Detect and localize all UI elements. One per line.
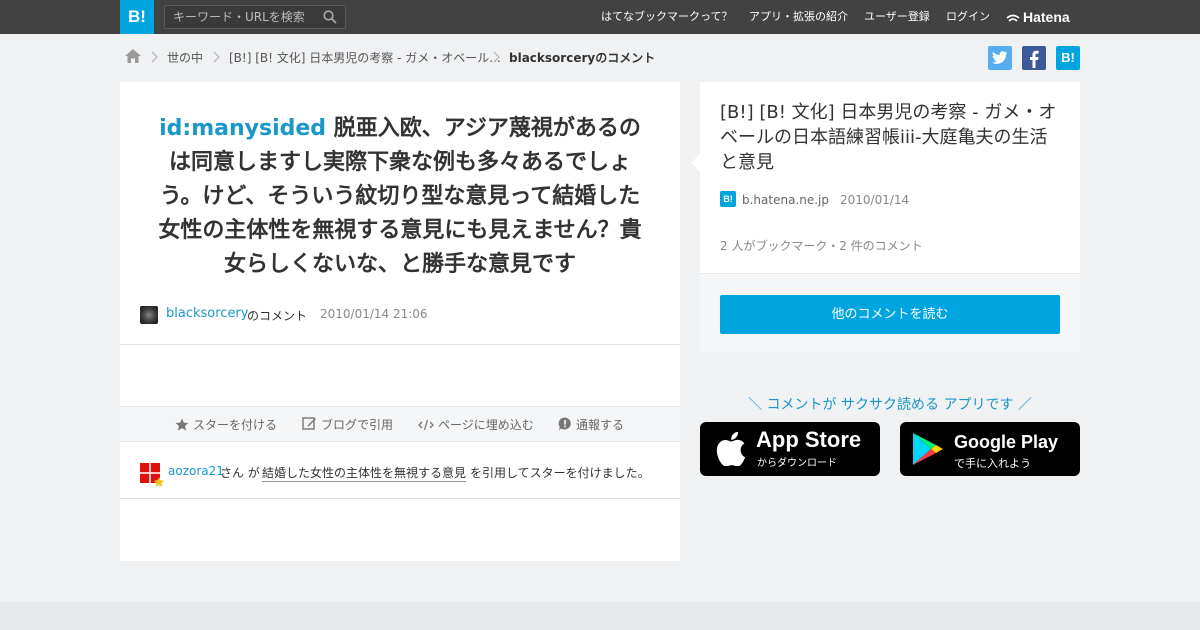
twitter-icon: [992, 51, 1008, 64]
edit-icon: [302, 417, 316, 430]
twitter-share-button[interactable]: [988, 46, 1012, 70]
star-text: さん が: [220, 466, 260, 480]
entry-card: [B!] [B! 文化] 日本男児の考察 - ガメ・オベールの日本語練習帳iii…: [691, 82, 1080, 352]
entry-date: 2010/01/14: [840, 193, 910, 207]
hatena-brand[interactable]: Hatena: [1006, 0, 1070, 34]
blog-quote-label: ブログで引用: [321, 418, 394, 432]
search-input[interactable]: [165, 6, 315, 28]
google-play-title: Google Play: [954, 432, 1059, 452]
chevron-right-icon: [493, 51, 500, 63]
star-user[interactable]: aozora21: [168, 464, 224, 478]
site-favicon: B!: [720, 191, 736, 207]
embed-label: ページに埋め込む: [438, 418, 534, 432]
code-icon: [418, 419, 434, 431]
facebook-icon: [1030, 50, 1039, 68]
facebook-share-button[interactable]: [1022, 46, 1046, 70]
app-store-title: App Store: [756, 427, 862, 452]
google-play-icon: [913, 433, 943, 465]
comment-body: id:manysided 脱亜入欧、アジア蔑視があるのは同意しますし実際下衆な例…: [150, 112, 650, 282]
apple-icon: [716, 432, 746, 466]
card-pointer: [691, 154, 700, 172]
nav-login[interactable]: ログイン: [946, 0, 990, 34]
google-play-subtitle: で手に入れよう: [954, 457, 1031, 470]
entry-host[interactable]: b.hatena.ne.jp: [742, 193, 829, 207]
breadcrumb-item[interactable]: 世の中: [167, 49, 203, 66]
nav-apps[interactable]: アプリ・拡張の紹介: [749, 0, 848, 34]
app-promo-text: ＼ コメントが サクサク読める アプリです ／: [748, 397, 1032, 413]
embed-button[interactable]: ページに埋め込む: [418, 416, 534, 433]
chevron-right-icon: [151, 51, 158, 63]
report-label: 通報する: [576, 418, 625, 432]
mention-link[interactable]: id:manysided: [159, 116, 326, 141]
report-button[interactable]: 通報する: [558, 416, 624, 433]
star-quote[interactable]: 結婚した女性の主体性を無視する意見: [262, 464, 467, 482]
add-star-label: スターを付ける: [193, 418, 278, 432]
entry-title[interactable]: [B!] [B! 文化] 日本男児の考察 - ガメ・オベールの日本語練習帳iii…: [720, 100, 1065, 175]
home-icon[interactable]: [124, 48, 142, 64]
hatena-brand-text: Hatena: [1023, 9, 1070, 25]
blog-quote-button[interactable]: ブログで引用: [302, 416, 393, 433]
hatena-mark-icon: [1006, 14, 1020, 22]
add-star-button[interactable]: スターを付ける: [175, 416, 277, 433]
nav-register[interactable]: ユーザー登録: [864, 0, 930, 34]
search-box[interactable]: [164, 5, 346, 29]
avatar[interactable]: [140, 306, 158, 324]
comment-card: id:manysided 脱亜入欧、アジア蔑視があるのは同意しますし実際下衆な例…: [120, 82, 680, 561]
nav-about[interactable]: はてなブックマークって？: [601, 0, 732, 34]
top-bar: B! はてなブックマークって？ アプリ・拡張の紹介 ユーザー登録 ログイン Ha…: [0, 0, 1200, 34]
comment-author-suffix: のコメント: [247, 309, 308, 323]
bookmark-count[interactable]: 2 人がブックマーク・2 件のコメント: [720, 237, 923, 254]
alert-icon: [558, 417, 571, 431]
divider: [120, 344, 680, 345]
comment-author[interactable]: blacksorcery: [166, 306, 248, 321]
footer: [0, 602, 1200, 630]
breadcrumb-current: blacksorceryのコメント: [509, 51, 656, 65]
app-store-button[interactable]: App Store からダウンロード: [700, 422, 880, 476]
star-text-suffix: を引用してスターを付けました。: [470, 466, 650, 480]
chevron-right-icon: [213, 51, 220, 63]
google-play-button[interactable]: Google Play で手に入れよう: [900, 422, 1080, 476]
entry-actions: 他のコメントを読む: [700, 273, 1080, 352]
action-bar: スターを付ける ブログで引用 ページに埋め込む 通報する: [120, 406, 680, 442]
read-more-comments-button[interactable]: 他のコメントを読む: [720, 295, 1060, 334]
hatena-bookmark-logo[interactable]: B!: [120, 0, 154, 34]
app-store-subtitle: からダウンロード: [757, 458, 837, 469]
hatena-share-button[interactable]: B!: [1056, 46, 1080, 70]
search-icon[interactable]: [323, 10, 337, 24]
divider: [120, 498, 680, 499]
star-icon: [175, 418, 189, 431]
comment-datetime[interactable]: 2010/01/14 21:06: [320, 307, 428, 321]
breadcrumb-item[interactable]: [B!] [B! 文化] 日本男児の考察 - ガメ・オベール...: [229, 49, 501, 66]
user-avatar-star-icon[interactable]: [140, 463, 166, 489]
